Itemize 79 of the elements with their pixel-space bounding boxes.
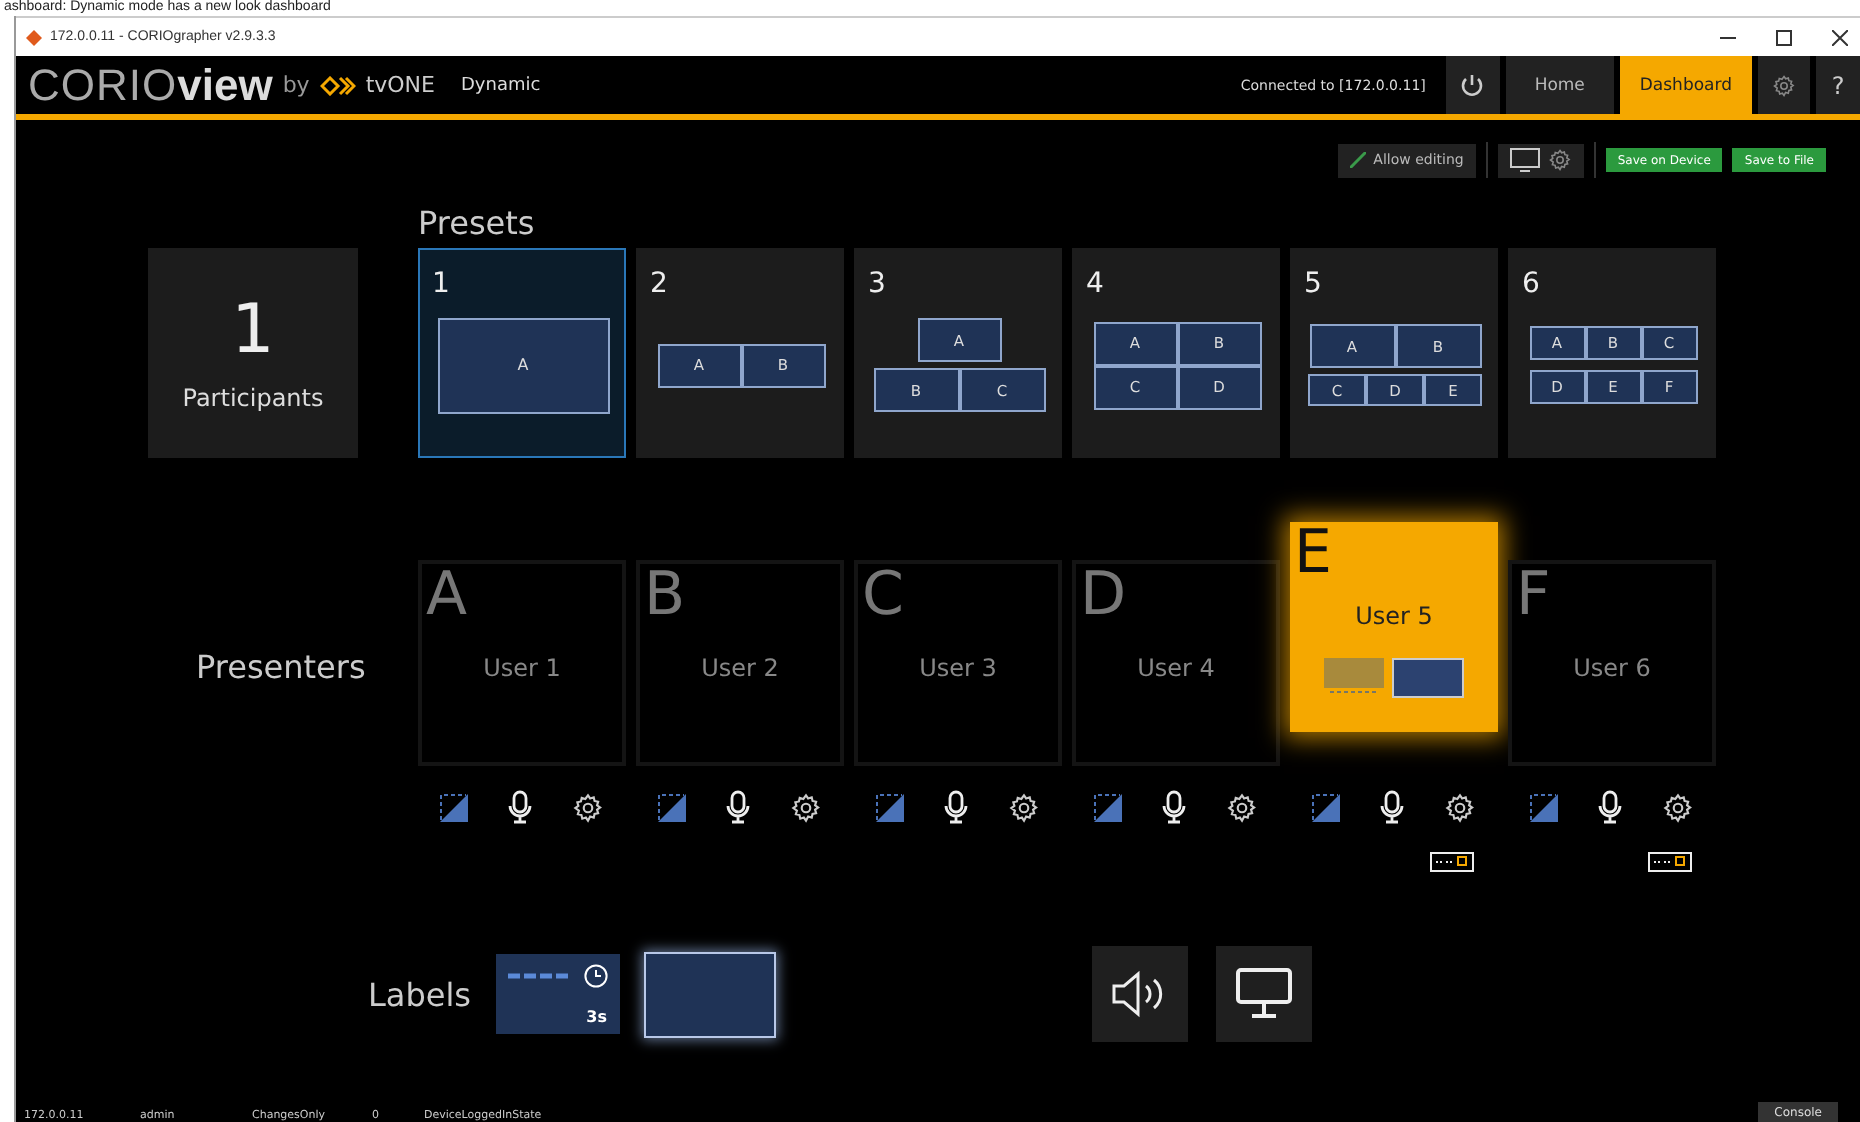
participants-label: Participants <box>182 383 324 411</box>
settings-icon[interactable] <box>790 791 822 823</box>
crop-icon[interactable] <box>1312 793 1340 821</box>
label-duration: 3s <box>586 1008 607 1026</box>
preset-number: 3 <box>868 270 888 298</box>
app-icon <box>26 29 42 45</box>
label-tile[interactable]: 3s <box>495 954 619 1034</box>
layout-pane: A <box>437 317 609 413</box>
settings-button[interactable] <box>1758 56 1810 114</box>
display-button[interactable] <box>1215 946 1311 1042</box>
crop-icon[interactable] <box>876 793 904 821</box>
microphone-icon[interactable] <box>508 790 532 824</box>
presenter-letter: F <box>1516 564 1551 627</box>
presenter-card[interactable]: E User 5 <box>1290 522 1498 732</box>
mode-text: Dynamic <box>461 75 541 95</box>
label-dashes-icon <box>507 972 567 980</box>
section-title: Presenters <box>196 648 368 686</box>
microphone-icon[interactable] <box>1162 790 1186 824</box>
preset-number: 1 <box>432 270 452 298</box>
power-button[interactable] <box>1445 56 1500 114</box>
maximize-icon[interactable] <box>1776 29 1792 45</box>
nav-tab[interactable]: Dashboard <box>1619 56 1752 114</box>
audio-button[interactable] <box>1091 946 1187 1042</box>
by-text: by <box>282 72 310 98</box>
help-button[interactable]: ? <box>1816 56 1860 114</box>
presenter-name: User 5 <box>1355 602 1433 630</box>
settings-icon[interactable] <box>1444 791 1476 823</box>
label-tile[interactable] <box>643 951 775 1037</box>
microphone-icon[interactable] <box>1380 790 1404 824</box>
presenter-letter: E <box>1294 522 1332 585</box>
presenter-card[interactable]: C User 3 <box>854 560 1062 766</box>
settings-icon[interactable] <box>572 791 604 823</box>
device-thumbnail <box>1324 658 1384 694</box>
crop-icon[interactable] <box>1530 793 1558 821</box>
section-title: Presets <box>418 204 537 242</box>
preset-number: 4 <box>1086 270 1106 298</box>
logo-text: CORIO <box>28 59 178 111</box>
presenter-name: User 3 <box>919 654 997 682</box>
clock-icon <box>583 964 607 988</box>
power-icon <box>1460 73 1485 97</box>
microphone-icon[interactable] <box>944 790 968 824</box>
display-settings-button[interactable] <box>1497 143 1584 177</box>
logo-text-bold: view <box>177 59 273 111</box>
presenter-letter: A <box>426 564 468 627</box>
presenter-card[interactable]: D User 4 <box>1072 560 1280 766</box>
presenter-card[interactable]: F User 6 <box>1508 560 1716 766</box>
microphone-icon[interactable] <box>1598 790 1622 824</box>
brand-text: tvONE <box>365 72 435 98</box>
presenter-card[interactable]: A User 1 <box>418 560 626 766</box>
presenter-name: User 2 <box>701 654 779 682</box>
section-title: Labels <box>368 975 471 1013</box>
participants-count: 1 <box>231 295 275 363</box>
device-icon <box>1430 852 1474 872</box>
preset-number: 2 <box>650 270 670 298</box>
presenter-letter: C <box>862 564 904 627</box>
pencil-icon <box>1349 152 1366 168</box>
screen-thumbnail <box>1392 658 1464 698</box>
monitor-icon <box>1235 968 1291 1020</box>
monitor-icon <box>1509 148 1540 172</box>
microphone-icon[interactable] <box>726 790 750 824</box>
brand-chevrons-icon <box>319 75 356 95</box>
crop-icon[interactable] <box>658 793 686 821</box>
nav-tab[interactable]: Home <box>1505 56 1614 114</box>
device-icon <box>1648 852 1692 872</box>
presenter-letter: D <box>1080 564 1127 627</box>
presenter-name: User 1 <box>483 654 561 682</box>
presenter-name: User 6 <box>1573 654 1651 682</box>
preset-number: 6 <box>1522 270 1542 298</box>
settings-icon[interactable] <box>1662 791 1694 823</box>
crop-icon[interactable] <box>1094 793 1122 821</box>
crop-icon[interactable] <box>440 793 468 821</box>
close-icon[interactable] <box>1832 29 1848 45</box>
settings-icon[interactable] <box>1008 791 1040 823</box>
presenter-card[interactable]: B User 2 <box>636 560 844 766</box>
preset-number: 5 <box>1304 270 1324 298</box>
settings-icon[interactable] <box>1226 791 1258 823</box>
preset-card[interactable]: 1 A <box>418 248 626 458</box>
presenter-letter: B <box>644 564 686 627</box>
presenter-name: User 4 <box>1137 654 1215 682</box>
